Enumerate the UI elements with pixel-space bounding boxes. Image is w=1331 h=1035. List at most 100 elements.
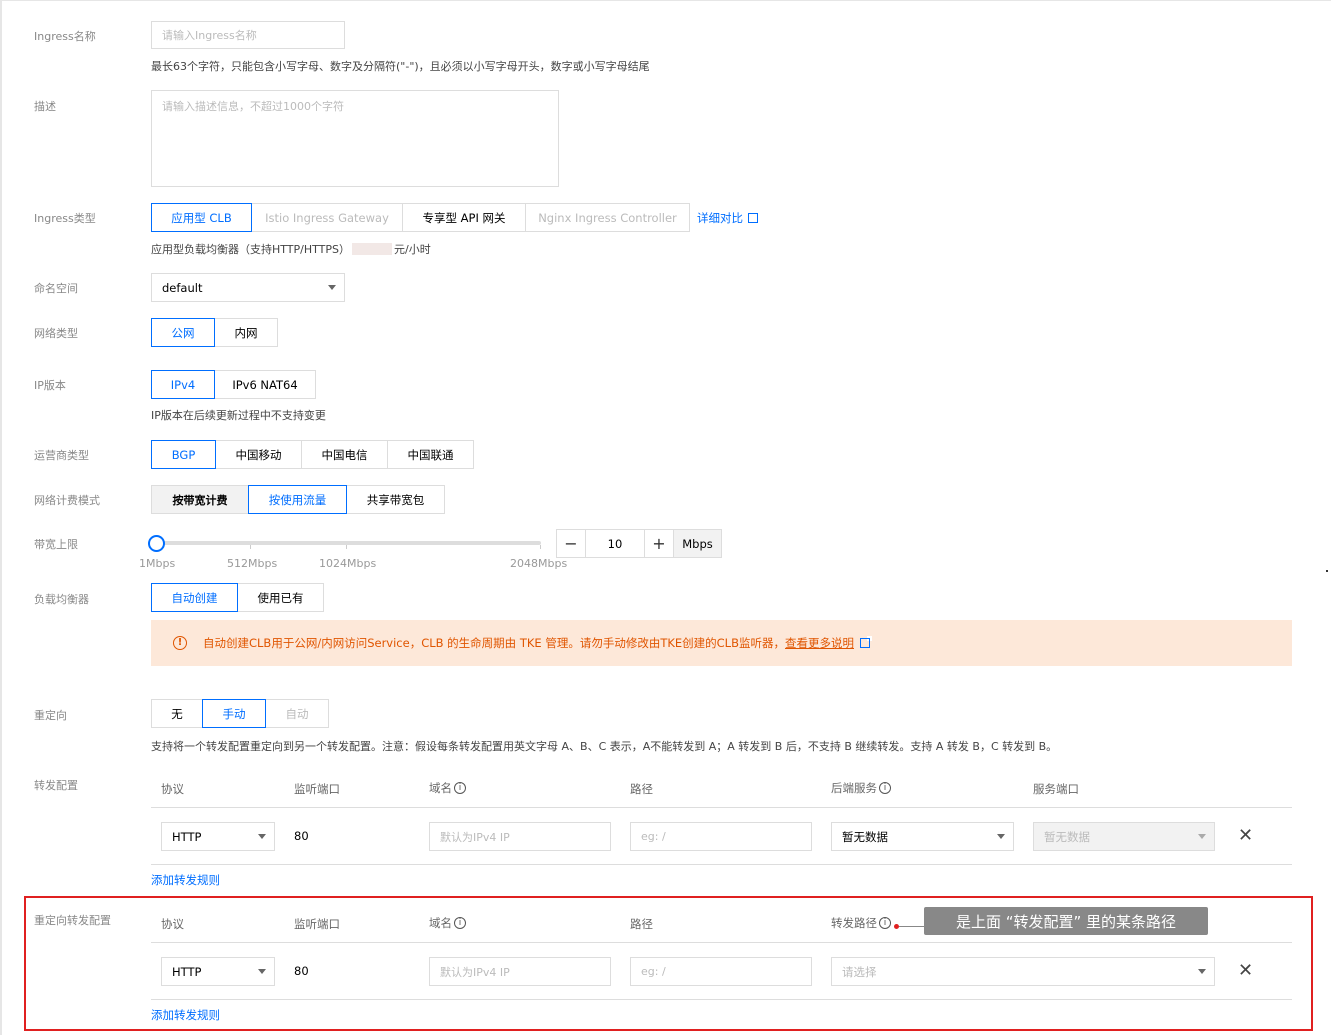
option-use-existing[interactable]: 使用已有 (237, 583, 324, 612)
billing-selector: 按带宽计费 按使用流量 共享带宽包 (151, 485, 445, 514)
table-divider (151, 942, 1292, 943)
namespace-select[interactable]: default (151, 273, 345, 302)
option-cucc[interactable]: 中国联通 (387, 440, 474, 469)
external-link-icon (748, 211, 760, 223)
redirect-config-label: 重定向转发配置 (34, 914, 111, 927)
redirect-port-value: 80 (294, 964, 309, 978)
tick-label-512: 512Mbps (227, 557, 278, 570)
redirect-protocol-value: HTTP (172, 964, 202, 979)
protocol-select[interactable]: HTTP (161, 822, 275, 851)
option-manual[interactable]: 手动 (202, 699, 266, 728)
name-hint: 最长63个字符，只能包含小写字母、数字及分隔符("-")，且必须以小写字母开头，… (151, 60, 650, 73)
close-icon[interactable]: ✕ (1238, 827, 1253, 845)
option-private[interactable]: 内网 (214, 318, 278, 347)
service-port-select[interactable]: 暂无数据 (1033, 822, 1215, 851)
chevron-down-icon (1198, 969, 1206, 974)
forward-path-placeholder: 请选择 (842, 964, 877, 979)
ingress-type-selector: 应用型 CLB Istio Ingress Gateway 专享型 API 网关… (151, 203, 690, 232)
backend-value: 暂无数据 (842, 829, 888, 844)
minus-button[interactable]: − (557, 530, 586, 557)
isp-selector: BGP 中国移动 中国电信 中国联通 (151, 440, 474, 469)
info-icon[interactable]: i (454, 782, 466, 794)
option-by-traffic[interactable]: 按使用流量 (248, 485, 347, 514)
option-public[interactable]: 公网 (151, 318, 215, 347)
option-cmcc[interactable]: 中国移动 (215, 440, 302, 469)
plus-button[interactable]: + (644, 530, 673, 557)
tick-label-1024: 1024Mbps (319, 557, 377, 570)
ingress-name-input[interactable]: 请输入Ingress名称 (151, 21, 345, 49)
slider-tick-512 (250, 545, 251, 549)
chevron-down-icon (258, 834, 266, 839)
warning-icon: ! (173, 636, 187, 650)
description-textarea[interactable]: 请输入描述信息，不超过1000个字符 (151, 90, 559, 187)
table-divider (151, 807, 1292, 808)
redirect-protocol-select[interactable]: HTTP (161, 957, 275, 986)
ip-version-selector: IPv4 IPv6 NAT64 (151, 370, 316, 399)
add-forward-rule-link[interactable]: 添加转发规则 (151, 872, 220, 888)
option-ctcc[interactable]: 中国电信 (301, 440, 388, 469)
external-link-icon (859, 636, 872, 648)
col-backend-text: 后端服务 (831, 781, 877, 795)
bandwidth-value-input[interactable]: 10 (586, 530, 644, 557)
compare-link[interactable]: 详细对比 (697, 210, 760, 226)
option-auto-create[interactable]: 自动创建 (151, 583, 238, 612)
redirect-selector: 无 手动 自动 (151, 699, 329, 728)
redirect-hint: 支持将一个转发配置重定向到另一个转发配置。注意：假设每条转发配置用英文字母 A、… (151, 740, 1058, 753)
bandwidth-slider-track[interactable] (156, 541, 541, 545)
bandwidth-slider-handle[interactable] (148, 535, 165, 552)
redirect-path-input[interactable]: eg: / (630, 957, 812, 986)
protocol-value: HTTP (172, 829, 202, 844)
name-label: Ingress名称 (34, 30, 96, 43)
backend-select[interactable]: 暂无数据 (831, 822, 1014, 851)
info-icon[interactable]: i (879, 782, 891, 794)
add-redirect-rule-link[interactable]: 添加转发规则 (151, 1007, 220, 1023)
info-icon[interactable]: i (454, 917, 466, 929)
ip-version-hint: IP版本在后续更新过程中不支持变更 (151, 409, 326, 422)
option-nginx-controller[interactable]: Nginx Ingress Controller (525, 203, 690, 232)
option-bandwidth-package[interactable]: 共享带宽包 (346, 485, 445, 514)
stray-dot (1326, 570, 1328, 572)
option-none[interactable]: 无 (151, 699, 203, 728)
price-redacted (352, 243, 392, 255)
col-service-port: 服务端口 (1033, 782, 1079, 796)
bandwidth-stepper: − 10 + Mbps (556, 529, 722, 558)
tick-label-1: 1Mbps (139, 557, 176, 570)
option-auto[interactable]: 自动 (265, 699, 329, 728)
info-icon[interactable]: i (879, 917, 891, 929)
option-bgp[interactable]: BGP (151, 440, 216, 469)
col-port: 监听端口 (294, 917, 340, 931)
col-path: 路径 (630, 782, 653, 796)
alert-text: 自动创建CLB用于公网/内网访问Service，CLB 的生命周期由 TKE 管… (203, 636, 785, 650)
network-type-selector: 公网 内网 (151, 318, 278, 347)
col-forward-path-text: 转发路径 (831, 916, 877, 930)
bandwidth-unit: Mbps (673, 530, 721, 557)
slider-tick-2048 (540, 545, 541, 549)
ip-version-label: IP版本 (34, 379, 66, 392)
domain-input[interactable]: 默认为IPv4 IP (429, 822, 611, 851)
service-port-value: 暂无数据 (1044, 829, 1090, 844)
load-balancer-selector: 自动创建 使用已有 (151, 583, 324, 612)
col-domain-text: 域名 (429, 916, 452, 930)
col-domain: 域名 i (429, 915, 466, 931)
option-by-bandwidth[interactable]: 按带宽计费 (151, 485, 249, 514)
table-divider (151, 999, 1292, 1000)
redirect-domain-input[interactable]: 默认为IPv4 IP (429, 957, 611, 986)
chevron-down-icon (997, 834, 1005, 839)
col-forward-path: 转发路径 i (831, 915, 891, 931)
option-istio-gateway[interactable]: Istio Ingress Gateway (251, 203, 403, 232)
col-domain-text: 域名 (429, 781, 452, 795)
option-api-gateway[interactable]: 专享型 API 网关 (402, 203, 526, 232)
col-protocol: 协议 (161, 917, 184, 931)
alert-more-link[interactable]: 查看更多说明 (785, 635, 854, 651)
col-path: 路径 (630, 917, 653, 931)
close-icon[interactable]: ✕ (1238, 962, 1253, 980)
path-input[interactable]: eg: / (630, 822, 812, 851)
isp-label: 运营商类型 (34, 449, 89, 462)
forward-path-select[interactable]: 请选择 (831, 957, 1215, 986)
ingress-type-hint: 应用型负载均衡器（支持HTTP/HTTPS） 元/小时 (151, 241, 431, 257)
slider-tick-1024 (346, 545, 347, 549)
col-port: 监听端口 (294, 782, 340, 796)
option-app-clb[interactable]: 应用型 CLB (151, 203, 252, 232)
option-ipv6[interactable]: IPv6 NAT64 (214, 370, 316, 399)
option-ipv4[interactable]: IPv4 (151, 370, 215, 399)
